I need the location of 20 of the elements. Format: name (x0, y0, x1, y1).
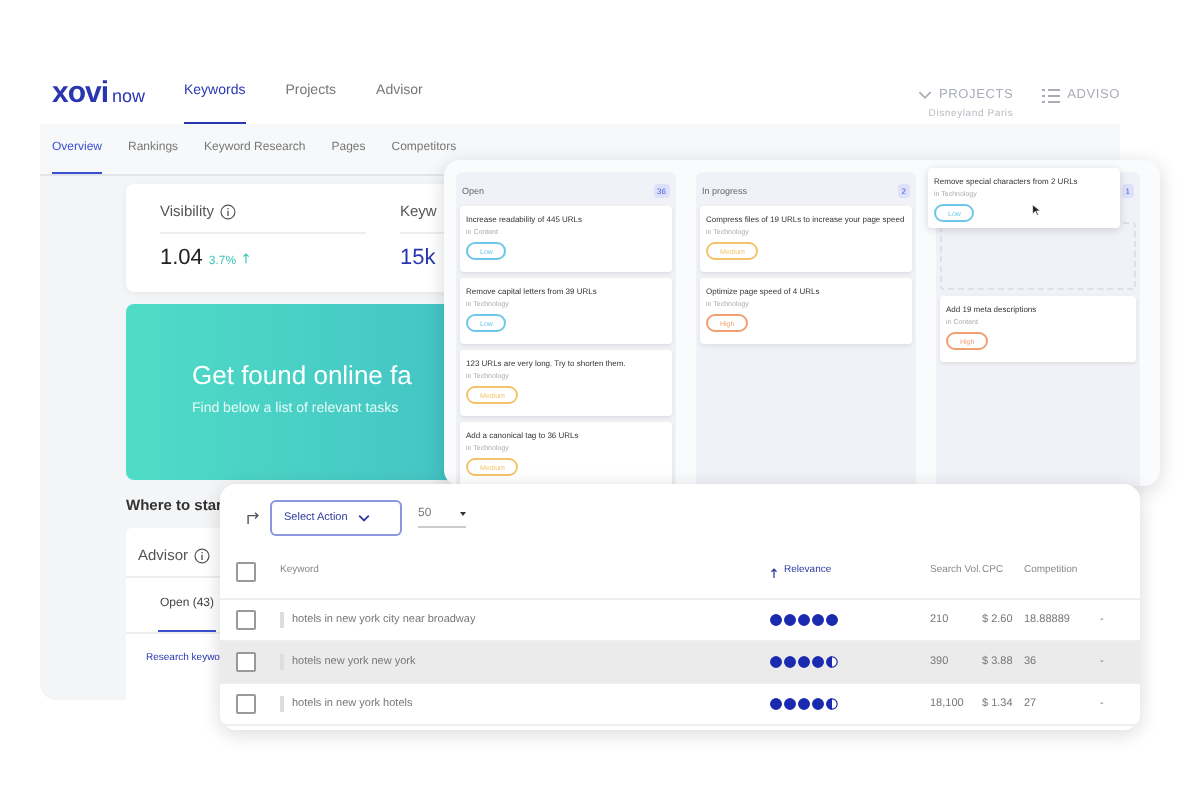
info-icon[interactable] (194, 547, 211, 563)
redirect-arrow-icon[interactable] (246, 510, 260, 524)
banner-title: Get found online fa (192, 360, 412, 390)
checkbox[interactable] (236, 562, 256, 582)
chevron-down-icon (917, 89, 932, 99)
kpi-value: 1.04 (160, 246, 203, 270)
caret-icon (460, 511, 466, 515)
list-icon (1041, 87, 1060, 103)
drag-handle-icon[interactable] (280, 696, 284, 712)
chevron-down-icon (357, 513, 370, 521)
logo[interactable]: xovi now (52, 75, 184, 109)
cursor-icon (1032, 204, 1040, 216)
info-icon[interactable] (219, 203, 236, 219)
arrow-up-icon (242, 252, 251, 264)
drag-handle-icon[interactable] (280, 612, 284, 628)
checkbox[interactable] (236, 652, 256, 672)
sort-arrow-icon (770, 567, 778, 577)
checkbox[interactable] (236, 610, 256, 630)
kpi-value: 15k (400, 246, 436, 270)
checkbox[interactable] (236, 694, 256, 714)
